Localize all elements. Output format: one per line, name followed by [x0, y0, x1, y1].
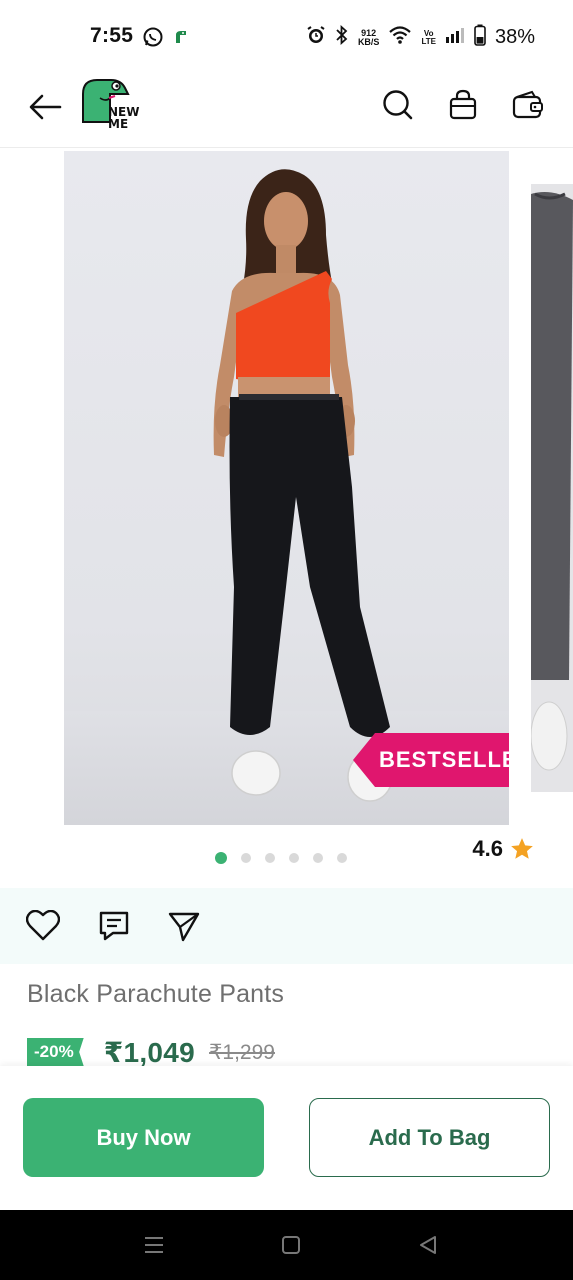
whatsapp-icon [142, 26, 164, 53]
wallet-icon [512, 90, 543, 119]
back-triangle-icon [420, 1236, 436, 1254]
pagination-dot[interactable] [313, 853, 323, 863]
model-photo [64, 169, 509, 825]
share-icon [168, 912, 200, 942]
next-photo-preview [531, 184, 573, 792]
app-header: NEW ME [0, 72, 573, 148]
original-price: ₹1,299 [209, 1040, 275, 1064]
discount-badge: -20% [27, 1038, 84, 1066]
status-bar: 7:55 912 KB/S Vo LTE 38% [0, 0, 573, 72]
newme-app-icon [174, 29, 190, 50]
home-square-icon [282, 1236, 300, 1254]
add-to-bag-button[interactable]: Add To Bag [309, 1098, 550, 1177]
product-title: Black Parachute Pants [27, 980, 285, 1008]
pagination-dot[interactable] [289, 853, 299, 863]
wifi-icon [388, 25, 412, 50]
back-nav-button[interactable] [414, 1232, 442, 1258]
product-image-main[interactable]: BESTSELLER [64, 151, 509, 825]
product-action-strip [0, 888, 573, 964]
product-image-next-peek[interactable] [531, 184, 573, 792]
back-button[interactable] [26, 88, 64, 126]
volte-indicator: Vo LTE [421, 28, 436, 46]
product-image-carousel[interactable]: BESTSELLER [0, 149, 573, 829]
wishlist-button[interactable] [25, 908, 61, 944]
heart-icon [26, 910, 60, 941]
buy-now-button[interactable]: Buy Now [23, 1098, 264, 1177]
recent-apps-button[interactable] [140, 1232, 168, 1258]
product-rating[interactable]: 4.6 [472, 836, 535, 862]
pagination-dot-active[interactable] [215, 852, 227, 864]
star-icon [511, 838, 533, 859]
back-arrow-icon [29, 94, 62, 120]
current-price: ₹1,049 [103, 1036, 196, 1068]
pagination-dot[interactable] [337, 853, 347, 863]
alarm-icon [306, 25, 326, 50]
bag-button[interactable] [444, 86, 482, 124]
system-navigation-bar [0, 1210, 573, 1280]
comment-icon [99, 911, 129, 941]
battery-icon [474, 24, 486, 51]
status-system-icons: 912 KB/S Vo LTE 38% [306, 24, 535, 51]
status-notification-icons [142, 26, 190, 53]
share-button[interactable] [166, 908, 202, 944]
price-row: -20% ₹1,049 ₹1,299 [27, 1036, 275, 1068]
search-icon [383, 90, 413, 120]
rating-value: 4.6 [472, 836, 503, 861]
pagination-dot[interactable] [241, 853, 251, 863]
shopping-bag-icon [449, 89, 477, 120]
carousel-pagination [215, 852, 347, 864]
bottom-action-bar: Buy Now Add To Bag [0, 1066, 573, 1210]
menu-lines-icon [145, 1237, 163, 1253]
cellular-signal-icon [445, 27, 465, 48]
pagination-dot[interactable] [265, 853, 275, 863]
battery-percent: 38% [494, 26, 535, 48]
wallet-button[interactable] [509, 86, 547, 124]
bluetooth-icon [335, 24, 349, 50]
bestseller-badge: BESTSELLER [353, 733, 509, 787]
search-button[interactable] [379, 86, 417, 124]
status-time: 7:55 [90, 24, 134, 47]
logo-wordmark: NEW ME [108, 105, 140, 131]
network-speed: 912 KB/S [357, 27, 380, 47]
comment-button[interactable] [96, 908, 132, 944]
home-button[interactable] [277, 1232, 305, 1258]
